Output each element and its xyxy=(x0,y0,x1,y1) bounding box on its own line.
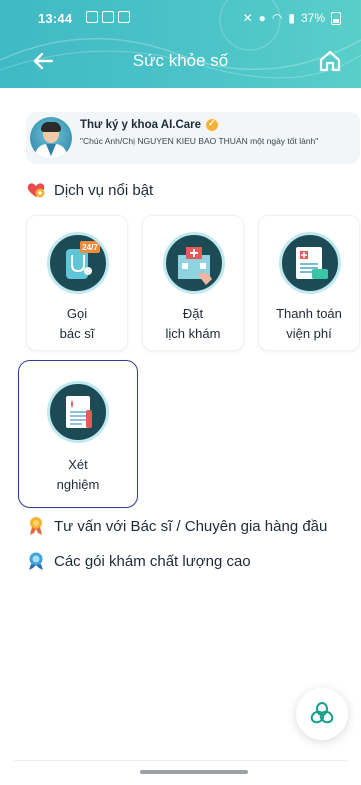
app-notification-icon xyxy=(102,11,114,23)
ai-assistant-card[interactable]: Thư ký y khoa AI.Care "Chúc Anh/Chị NGUY… xyxy=(26,112,360,164)
svg-text:24/7: 24/7 xyxy=(82,243,98,252)
assistant-greeting: "Chúc Anh/Chị NGUYEN KIEU BAO THUAN một … xyxy=(80,136,319,146)
location-icon: ● xyxy=(258,11,266,25)
page-title: Sức khỏe số xyxy=(132,51,229,70)
status-bar: 13:44 ✕ ● ◠ ▮ 37% xyxy=(0,0,361,36)
consult-heading-text: Tư vấn với Bác sĩ / Chuyên gia hàng đầu xyxy=(54,517,328,535)
packages-heading[interactable]: Các gói khám chất lượng cao xyxy=(26,551,251,571)
service-pay-hospital-fee[interactable]: Thanh toán viện phí xyxy=(258,215,360,351)
service-label: Thanh toán viện phí xyxy=(276,306,342,341)
battery-percent: 37% xyxy=(300,11,325,25)
assistant-name-row: Thư ký y khoa AI.Care xyxy=(80,118,219,131)
service-lab-test[interactable]: Xét nghiệm xyxy=(18,360,138,508)
consult-heading[interactable]: Tư vấn với Bác sĩ / Chuyên gia hàng đầu xyxy=(26,516,327,536)
medal-icon xyxy=(29,552,43,570)
award-ribbon-icon xyxy=(30,517,42,535)
service-label: Xét nghiệm xyxy=(56,457,100,492)
bottom-divider xyxy=(14,760,347,761)
openai-knot-icon xyxy=(310,702,334,724)
signal-icon: ▮ xyxy=(288,11,295,25)
status-time: 13:44 xyxy=(38,11,73,26)
wifi-icon: ◠ xyxy=(271,11,283,25)
invoice-icon xyxy=(279,232,341,294)
call-doctor-icon: 24/7 xyxy=(47,232,109,294)
service-label: Đặt lịch khám xyxy=(165,306,221,341)
notification-icons xyxy=(86,11,130,23)
checkbox-notification-icon xyxy=(118,11,130,23)
home-icon[interactable] xyxy=(317,48,343,74)
battery-icon xyxy=(331,11,341,25)
service-call-doctor[interactable]: 24/7 Gọi bác sĩ xyxy=(26,215,128,351)
heart-care-icon xyxy=(27,183,45,198)
featured-heading-text: Dịch vụ nổi bật xyxy=(54,181,154,199)
service-label: Gọi bác sĩ xyxy=(59,306,95,341)
assistant-avatar xyxy=(30,117,72,159)
system-icons: ✕ ● ◠ ▮ 37% xyxy=(243,11,341,25)
assistant-name: Thư ký y khoa AI.Care xyxy=(80,119,202,131)
featured-services-heading: Dịch vụ nổi bật xyxy=(26,180,153,200)
lab-test-icon xyxy=(47,381,109,443)
packages-heading-text: Các gói khám chất lượng cao xyxy=(54,552,251,570)
app-header: 13:44 ✕ ● ◠ ▮ 37% Sức khỏe số xyxy=(0,0,361,88)
service-book-appointment[interactable]: Đặt lịch khám xyxy=(142,215,244,351)
hospital-icon xyxy=(163,232,225,294)
home-indicator[interactable] xyxy=(140,770,248,774)
verified-badge-icon xyxy=(206,118,219,131)
ai-chat-button[interactable] xyxy=(296,688,348,740)
gallery-notification-icon xyxy=(86,11,98,23)
mute-icon: ✕ xyxy=(242,11,253,25)
nav-bar: Sức khỏe số xyxy=(0,36,361,86)
